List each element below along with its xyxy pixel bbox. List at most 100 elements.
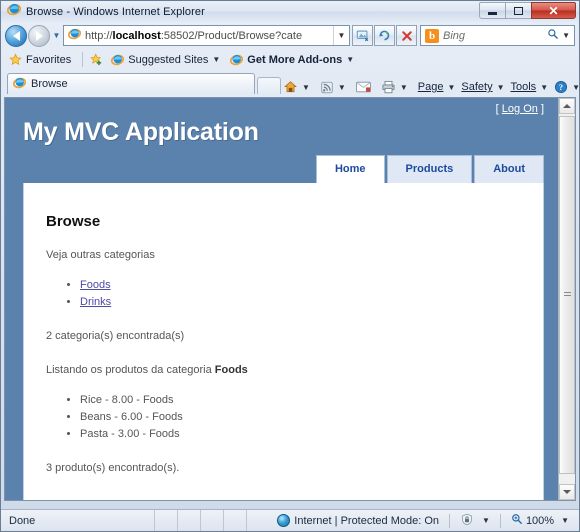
- status-cell: [223, 509, 246, 531]
- compatibility-view-button[interactable]: [352, 25, 373, 46]
- add-to-favorites-bar-button[interactable]: [90, 53, 103, 66]
- print-button[interactable]: ▼: [379, 80, 410, 94]
- home-icon: [284, 81, 297, 93]
- help-menu-button[interactable]: ? ▼: [552, 80, 580, 94]
- list-item: Drinks: [80, 294, 521, 311]
- svg-text:?: ?: [559, 83, 563, 92]
- log-on-link[interactable]: Log On: [502, 103, 538, 115]
- address-dropdown-caret[interactable]: ▼: [333, 26, 349, 45]
- chevron-down-icon: ▼: [447, 82, 456, 92]
- products-intro-prefix: Listando os produtos da categoria: [46, 363, 215, 376]
- bing-provider-icon: b: [425, 28, 439, 43]
- read-mail-button[interactable]: [354, 81, 373, 93]
- nav-item-home[interactable]: Home: [315, 155, 385, 183]
- ie-small-icon: [230, 54, 244, 66]
- nav-item-about[interactable]: About: [474, 155, 544, 183]
- scroll-down-button[interactable]: [559, 484, 575, 500]
- forward-arrow-icon: [35, 30, 43, 41]
- stop-icon: [401, 30, 412, 41]
- suggested-sites-button[interactable]: Suggested Sites ▼: [111, 53, 220, 66]
- recent-pages-dropdown[interactable]: ▼: [50, 31, 63, 40]
- browser-viewport: [ Log On ] My MVC Application Home Produ…: [4, 97, 576, 501]
- get-more-addons-button[interactable]: Get More Add-ons ▼: [230, 53, 354, 66]
- search-input[interactable]: Bing: [443, 30, 547, 42]
- status-bar: Done Internet | Protected Mode: On ▼ 100…: [1, 509, 579, 531]
- close-button[interactable]: ✕: [531, 2, 576, 19]
- stop-button[interactable]: [396, 25, 417, 46]
- chevron-down-icon[interactable]: ▼: [302, 83, 310, 92]
- home-button[interactable]: ▼: [281, 80, 312, 94]
- scrollbar-thumb[interactable]: [559, 116, 575, 474]
- favorites-label: Favorites: [26, 53, 72, 66]
- nav-item-products[interactable]: Products: [386, 155, 473, 183]
- list-item: Beans - 6.00 - Foods: [80, 409, 521, 426]
- chevron-down-icon[interactable]: ▼: [338, 83, 346, 92]
- search-provider-caret[interactable]: ▼: [562, 31, 570, 40]
- title-bar: Browse - Windows Internet Explorer ✕: [1, 1, 579, 22]
- search-go-icon[interactable]: [547, 28, 559, 43]
- feeds-button[interactable]: ▼: [318, 81, 348, 94]
- zoom-control[interactable]: 100% ▼: [511, 513, 575, 528]
- category-link-foods[interactable]: Foods: [80, 279, 111, 291]
- tools-menu-label: Tools: [510, 81, 537, 93]
- back-button[interactable]: [5, 24, 27, 47]
- feeds-icon: [321, 81, 333, 93]
- refresh-button[interactable]: [374, 25, 395, 46]
- tools-menu-button[interactable]: Tools ▼: [509, 81, 551, 93]
- star-icon: [9, 53, 22, 66]
- forward-button[interactable]: [28, 24, 50, 47]
- tab-browse[interactable]: Browse: [7, 73, 255, 94]
- chevron-down-icon: ▼: [572, 82, 580, 92]
- zoom-icon: [511, 513, 523, 528]
- product-list: Rice - 8.00 - Foods Beans - 6.00 - Foods…: [46, 392, 521, 443]
- printer-icon: [382, 80, 395, 94]
- zoom-level-label: 100%: [525, 514, 555, 527]
- site-menu: Home Products About: [314, 155, 544, 183]
- category-link-drinks[interactable]: Drinks: [80, 296, 111, 308]
- chevron-down-icon[interactable]: ▼: [400, 83, 408, 92]
- mail-icon: [356, 81, 371, 93]
- search-box[interactable]: b Bing ▼: [420, 25, 575, 46]
- status-separator: [449, 513, 451, 528]
- site-title: My MVC Application: [23, 118, 259, 146]
- safety-menu-button[interactable]: Safety ▼: [459, 81, 506, 93]
- maximize-icon: [514, 6, 523, 15]
- chevron-down-icon: ▼: [346, 55, 355, 64]
- page-favicon-icon: [67, 27, 82, 45]
- page-menu-button[interactable]: Page ▼: [416, 81, 458, 93]
- tab-bar: Browse ▼ ▼ ▼ Page ▼ Safety ▼ Tools ▼ ? ▼: [1, 70, 579, 94]
- favorites-button[interactable]: Favorites: [9, 53, 71, 66]
- list-item: Foods: [80, 277, 521, 294]
- globe-icon: [277, 514, 291, 527]
- address-bar[interactable]: http://localhost:58502/Product/Browse?ca…: [63, 25, 350, 46]
- chevron-down-icon[interactable]: ▼: [561, 516, 569, 525]
- vertical-scrollbar[interactable]: [558, 98, 575, 500]
- logon-close-bracket: ]: [540, 103, 544, 115]
- navigation-bar: ▼ http://localhost:58502/Product/Browse?…: [1, 22, 579, 49]
- categories-count-text: 2 categoria(s) encontrada(s): [46, 330, 185, 343]
- site-navigation: Home Products About: [5, 147, 558, 183]
- new-tab-button[interactable]: [257, 77, 281, 94]
- privacy-report-icon[interactable]: [460, 513, 474, 529]
- tab-favicon-icon: [12, 76, 27, 92]
- logon-open-bracket: [: [495, 103, 499, 115]
- web-page: [ Log On ] My MVC Application Home Produ…: [5, 98, 558, 500]
- add-star-icon: [90, 53, 102, 66]
- chevron-down-icon[interactable]: ▼: [482, 516, 490, 525]
- scroll-up-button[interactable]: [559, 98, 575, 114]
- address-input[interactable]: http://localhost:58502/Product/Browse?ca…: [85, 30, 333, 42]
- category-list: Foods Drinks: [46, 277, 521, 311]
- security-zone-indicator[interactable]: Internet | Protected Mode: On ▼ 100% ▼: [277, 513, 579, 529]
- back-arrow-icon: [12, 30, 20, 41]
- products-intro-text: Listando os produtos da categoria Foods: [46, 363, 521, 378]
- minimize-icon: [488, 11, 497, 15]
- minimize-button[interactable]: [479, 2, 506, 19]
- maximize-button[interactable]: [505, 2, 532, 19]
- chevron-down-icon: ▼: [496, 82, 505, 92]
- status-cell: [246, 509, 269, 531]
- ie-small-icon: [111, 54, 125, 66]
- favorites-bar: Favorites Suggested Sites ▼ Get More Add…: [1, 49, 579, 70]
- favorites-separator: [82, 52, 84, 67]
- page-menu-label: Page: [417, 81, 444, 93]
- status-cell: [200, 509, 223, 531]
